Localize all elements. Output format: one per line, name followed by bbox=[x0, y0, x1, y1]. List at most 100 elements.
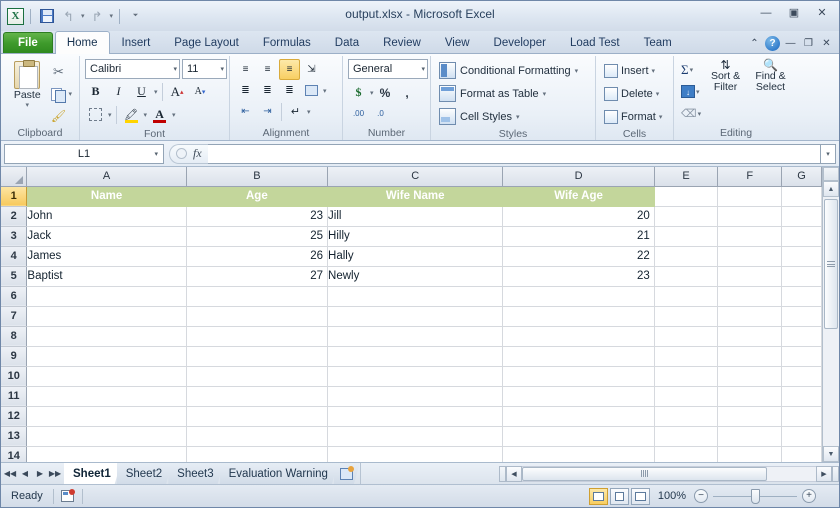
cell-G10[interactable] bbox=[781, 366, 822, 387]
column-header-f[interactable]: F bbox=[717, 167, 783, 187]
cell-B13[interactable] bbox=[186, 426, 329, 447]
cell-F10[interactable] bbox=[717, 366, 783, 387]
align-right-button[interactable]: ≣ bbox=[279, 80, 300, 101]
cell-B2[interactable]: 23 bbox=[186, 206, 329, 227]
clear-button[interactable]: ⌫ ▾ bbox=[679, 103, 703, 124]
scroll-down-button[interactable]: ▼ bbox=[823, 446, 839, 462]
sheet-tab-sheet3[interactable]: Sheet3 bbox=[168, 463, 223, 484]
cell-B14[interactable] bbox=[186, 446, 329, 462]
cell-F4[interactable] bbox=[717, 246, 783, 267]
restore-button[interactable]: ▣ bbox=[781, 4, 807, 21]
cell-A9[interactable] bbox=[26, 346, 187, 367]
scroll-left-button[interactable]: ◀ bbox=[506, 465, 522, 482]
worksheet-grid[interactable]: A B C D E F G 1 Name Age Wife Name Wife Age 2… bbox=[1, 167, 822, 462]
cell-A1[interactable]: Name bbox=[26, 186, 187, 207]
cell-E11[interactable] bbox=[654, 386, 719, 407]
row-header-3[interactable]: 3 bbox=[1, 226, 28, 247]
cell-C5[interactable]: Newly bbox=[327, 266, 504, 287]
column-header-a[interactable]: A bbox=[26, 167, 187, 187]
row-header-6[interactable]: 6 bbox=[1, 286, 28, 307]
cell-C9[interactable] bbox=[327, 346, 504, 367]
row-header-2[interactable]: 2 bbox=[1, 206, 28, 227]
format-cells-button[interactable]: Format ▾ bbox=[601, 105, 665, 128]
cell-F1[interactable] bbox=[717, 186, 783, 207]
row-header-14[interactable]: 14 bbox=[1, 446, 28, 462]
font-size-combo[interactable]: 11 ▾ bbox=[182, 59, 227, 79]
row-header-13[interactable]: 13 bbox=[1, 426, 28, 447]
cell-G9[interactable] bbox=[781, 346, 822, 367]
cell-F8[interactable] bbox=[717, 326, 783, 347]
wrap-text-button[interactable]: ↵ bbox=[285, 101, 306, 122]
column-header-e[interactable]: E bbox=[654, 167, 719, 187]
cell-B12[interactable] bbox=[186, 406, 329, 427]
paste-caret-icon[interactable]: ▾ bbox=[25, 101, 29, 109]
cell-A6[interactable] bbox=[26, 286, 187, 307]
cell-C6[interactable] bbox=[327, 286, 504, 307]
cell-C1[interactable]: Wife Name bbox=[327, 186, 504, 207]
vertical-scrollbar[interactable]: ▲ ▼ bbox=[822, 167, 839, 462]
accounting-format-button[interactable]: $ bbox=[348, 82, 369, 103]
cell-C4[interactable]: Hally bbox=[327, 246, 504, 267]
borders-caret-icon[interactable]: ▾ bbox=[108, 111, 112, 119]
row-header-5[interactable]: 5 bbox=[1, 266, 28, 287]
horizontal-scrollbar[interactable]: ◀ ▶ bbox=[499, 463, 839, 484]
ribbon-tab-data[interactable]: Data bbox=[323, 32, 371, 53]
row-header-11[interactable]: 11 bbox=[1, 386, 28, 407]
align-top-button[interactable]: ≡ bbox=[235, 59, 256, 80]
fill-color-button[interactable]: 🖍 bbox=[121, 104, 142, 125]
scroll-up-button[interactable]: ▲ bbox=[823, 181, 839, 197]
workbook-minimize-icon[interactable]: — bbox=[783, 38, 798, 49]
prev-sheet-button[interactable]: ◀ bbox=[18, 469, 32, 478]
insert-cells-button[interactable]: Insert ▾ bbox=[601, 59, 658, 82]
wrap-caret-icon[interactable]: ▾ bbox=[307, 108, 311, 116]
record-macro-button[interactable] bbox=[54, 489, 82, 502]
cell-E4[interactable] bbox=[654, 246, 719, 267]
delete-cells-button[interactable]: Delete ▾ bbox=[601, 82, 662, 105]
fill-color-caret-icon[interactable]: ▾ bbox=[144, 111, 148, 119]
cell-E1[interactable] bbox=[654, 186, 719, 207]
sort-filter-button[interactable]: ⇅ Sort & Filter bbox=[703, 59, 748, 93]
cell-C10[interactable] bbox=[327, 366, 504, 387]
borders-button[interactable] bbox=[85, 104, 106, 125]
number-format-combo[interactable]: General ▾ bbox=[348, 59, 428, 79]
page-break-view-button[interactable] bbox=[630, 487, 650, 505]
increase-decimal-button[interactable]: .00 bbox=[348, 103, 369, 124]
cell-E3[interactable] bbox=[654, 226, 719, 247]
cell-F6[interactable] bbox=[717, 286, 783, 307]
sheet-tab-sheet1[interactable]: Sheet1 bbox=[64, 463, 121, 484]
zoom-out-button[interactable]: − bbox=[694, 489, 708, 503]
cell-F5[interactable] bbox=[717, 266, 783, 287]
cancel-formula-icon[interactable] bbox=[176, 148, 187, 159]
minimize-ribbon-icon[interactable]: ⌃ bbox=[747, 38, 762, 49]
copy-button[interactable]: ▾ bbox=[48, 83, 74, 104]
cell-C8[interactable] bbox=[327, 326, 504, 347]
cell-C3[interactable]: Hilly bbox=[327, 226, 504, 247]
cell-F9[interactable] bbox=[717, 346, 783, 367]
cell-E12[interactable] bbox=[654, 406, 719, 427]
help-icon[interactable]: ? bbox=[765, 36, 780, 51]
cell-D14[interactable] bbox=[502, 446, 655, 462]
first-sheet-button[interactable]: ◀◀ bbox=[3, 469, 17, 478]
sheet-tab-evaluation-warning[interactable]: Evaluation Warning bbox=[220, 463, 338, 484]
cell-F14[interactable] bbox=[717, 446, 783, 462]
ribbon-tab-team[interactable]: Team bbox=[632, 32, 684, 53]
horizontal-scroll-thumb[interactable] bbox=[522, 466, 767, 481]
align-middle-button[interactable]: ≡ bbox=[257, 59, 278, 80]
horizontal-split-handle[interactable] bbox=[499, 465, 506, 482]
cell-B11[interactable] bbox=[186, 386, 329, 407]
fill-button[interactable]: ↓ ▾ bbox=[679, 81, 703, 102]
row-header-7[interactable]: 7 bbox=[1, 306, 28, 327]
cell-E6[interactable] bbox=[654, 286, 719, 307]
cell-B9[interactable] bbox=[186, 346, 329, 367]
cell-D11[interactable] bbox=[502, 386, 655, 407]
font-name-combo[interactable]: Calibri ▾ bbox=[85, 59, 180, 79]
row-header-8[interactable]: 8 bbox=[1, 326, 28, 347]
cell-G4[interactable] bbox=[781, 246, 822, 267]
ribbon-tab-load-test[interactable]: Load Test bbox=[558, 32, 632, 53]
cell-G1[interactable] bbox=[781, 186, 822, 207]
cell-G7[interactable] bbox=[781, 306, 822, 327]
cell-B8[interactable] bbox=[186, 326, 329, 347]
decrease-decimal-button[interactable]: .0 bbox=[370, 103, 391, 124]
cell-D12[interactable] bbox=[502, 406, 655, 427]
sheet-tab-sheet2[interactable]: Sheet2 bbox=[117, 463, 172, 484]
